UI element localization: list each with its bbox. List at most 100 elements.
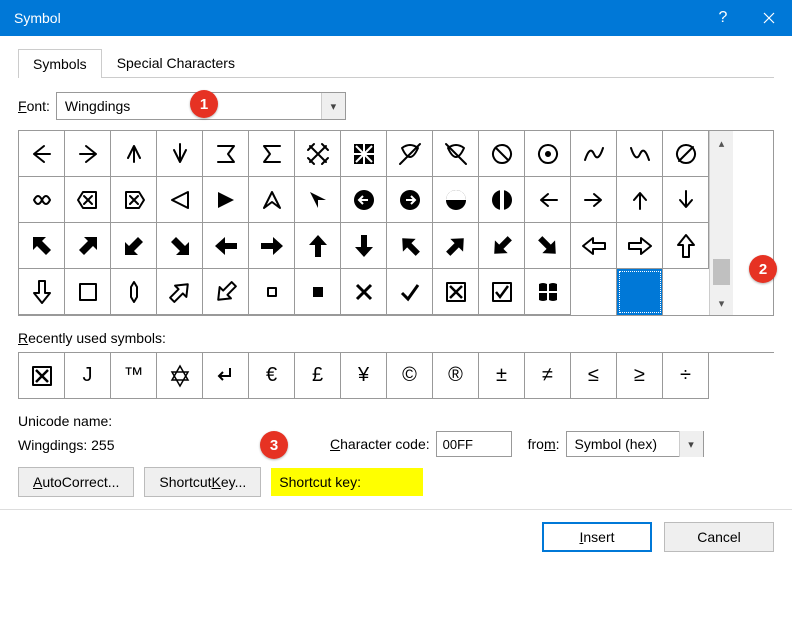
symbol-cell-up-reply[interactable] bbox=[111, 131, 157, 177]
recent-symbol-12[interactable]: ≤ bbox=[571, 353, 617, 399]
symbol-cell-arrow-sw[interactable] bbox=[111, 223, 157, 269]
symbol-cell-pointer-e[interactable] bbox=[203, 177, 249, 223]
symbol-cell-bold-nw[interactable] bbox=[387, 223, 433, 269]
symbol-cell-star-box[interactable] bbox=[341, 131, 387, 177]
close-button[interactable] bbox=[746, 0, 792, 36]
symbol-cell-bold-ne[interactable] bbox=[433, 223, 479, 269]
symbol-cell-loop-slash[interactable] bbox=[387, 131, 433, 177]
symbol-cell-updown-outline[interactable] bbox=[111, 269, 157, 315]
symbol-cell-windows-logo[interactable] bbox=[525, 269, 571, 315]
symbol-cell-arrow-up[interactable] bbox=[617, 177, 663, 223]
recent-symbol-1[interactable]: J bbox=[65, 353, 111, 399]
symbol-cell-arrow-ne[interactable] bbox=[65, 223, 111, 269]
font-value: Wingdings bbox=[57, 98, 321, 114]
scroll-thumb[interactable] bbox=[713, 259, 730, 285]
symbol-cell-arrow-left[interactable] bbox=[525, 177, 571, 223]
symbol-cell-box-check[interactable] bbox=[479, 269, 525, 315]
symbol-cell-empty bbox=[571, 269, 617, 315]
recent-symbol-2[interactable]: ™ bbox=[111, 353, 157, 399]
symbol-cell-outline-right[interactable] bbox=[617, 223, 663, 269]
symbol-cell-cross-x[interactable] bbox=[295, 131, 341, 177]
symbol-cell-check[interactable] bbox=[387, 269, 433, 315]
symbol-cell-outline-left[interactable] bbox=[571, 223, 617, 269]
shortcut-key-button[interactable]: Shortcut Key... bbox=[144, 467, 261, 497]
symbol-cell-arrow-right[interactable] bbox=[571, 177, 617, 223]
recent-symbol-13[interactable]: ≥ bbox=[617, 353, 663, 399]
scroll-track[interactable] bbox=[710, 155, 733, 291]
symbol-cell-hex-x-right[interactable] bbox=[111, 177, 157, 223]
from-value: Symbol (hex) bbox=[567, 436, 679, 452]
symbol-cell-small-square[interactable] bbox=[249, 269, 295, 315]
symbol-cell-forward-arrow[interactable] bbox=[65, 131, 111, 177]
symbol-cell-diag-open-1[interactable] bbox=[157, 269, 203, 315]
recent-symbol-4[interactable] bbox=[203, 353, 249, 399]
symbol-cell-bold-left[interactable] bbox=[203, 223, 249, 269]
recent-label: Recently used symbols: bbox=[18, 330, 774, 346]
symbol-cell-hex-x-left[interactable] bbox=[65, 177, 111, 223]
tab-symbols[interactable]: Symbols bbox=[18, 49, 102, 78]
symbol-cell-bold-sw[interactable] bbox=[479, 223, 525, 269]
from-select[interactable]: Symbol (hex) ▾ bbox=[566, 431, 704, 457]
symbol-cell-diag-open-2[interactable] bbox=[203, 269, 249, 315]
symbol-cell-flag-left[interactable] bbox=[203, 131, 249, 177]
symbol-cell-up-forward[interactable] bbox=[157, 131, 203, 177]
symbol-cell-infinity-loop[interactable] bbox=[19, 177, 65, 223]
symbol-cell-bold-down[interactable] bbox=[341, 223, 387, 269]
recent-symbol-3[interactable] bbox=[157, 353, 203, 399]
symbol-cell-bold-se[interactable] bbox=[525, 223, 571, 269]
symbol-cell-pointer-se[interactable] bbox=[295, 177, 341, 223]
recent-symbol-11[interactable]: ≠ bbox=[525, 353, 571, 399]
symbol-cell-loop-slash-2[interactable] bbox=[433, 131, 479, 177]
symbol-cell-bold-up[interactable] bbox=[295, 223, 341, 269]
chevron-down-icon: ▾ bbox=[321, 93, 345, 119]
insert-button[interactable]: Insert bbox=[542, 522, 652, 552]
symbol-cell-circle-cross[interactable] bbox=[479, 131, 525, 177]
symbol-cell-x-mark[interactable] bbox=[341, 269, 387, 315]
symbol-cell-circle-left[interactable] bbox=[341, 177, 387, 223]
symbol-cell-squiggle-1[interactable] bbox=[571, 131, 617, 177]
tab-strip: Symbols Special Characters bbox=[18, 48, 774, 78]
charcode-input[interactable] bbox=[436, 431, 512, 457]
symbol-cell-squiggle-2[interactable] bbox=[617, 131, 663, 177]
grid-scrollbar[interactable]: ▴ ▾ bbox=[709, 131, 733, 315]
recent-symbol-14[interactable]: ÷ bbox=[663, 353, 709, 399]
symbol-cell-circle-right[interactable] bbox=[387, 177, 433, 223]
symbol-cell-circle-top[interactable] bbox=[433, 177, 479, 223]
symbol-cell-pointer-ne[interactable] bbox=[249, 177, 295, 223]
symbol-cell-bold-right[interactable] bbox=[249, 223, 295, 269]
symbol-cell-arrow-se[interactable] bbox=[157, 223, 203, 269]
chevron-down-icon: ▾ bbox=[679, 431, 703, 457]
autocorrect-button[interactable]: AutoCorrect... bbox=[18, 467, 134, 497]
recent-symbol-0[interactable] bbox=[19, 353, 65, 399]
symbol-cell-box-open[interactable] bbox=[65, 269, 111, 315]
dialog-footer: Insert Cancel bbox=[0, 509, 792, 564]
symbol-cell-circle-slash[interactable] bbox=[663, 131, 709, 177]
symbol-cell-flag-right[interactable] bbox=[249, 131, 295, 177]
title-bar: Symbol ? bbox=[0, 0, 792, 36]
symbol-cell-empty bbox=[663, 269, 709, 315]
symbol-cell-circle-dot[interactable] bbox=[525, 131, 571, 177]
symbol-cell-arrow-down[interactable] bbox=[663, 177, 709, 223]
help-button[interactable]: ? bbox=[700, 0, 746, 36]
scroll-up-button[interactable]: ▴ bbox=[710, 131, 733, 155]
symbol-cell-filled-square[interactable] bbox=[295, 269, 341, 315]
symbol-cell-arrow-nw[interactable] bbox=[19, 223, 65, 269]
tab-special-characters[interactable]: Special Characters bbox=[102, 48, 250, 77]
recent-symbol-10[interactable]: ± bbox=[479, 353, 525, 399]
symbol-cell-reply-arrow[interactable] bbox=[19, 131, 65, 177]
cancel-button[interactable]: Cancel bbox=[664, 522, 774, 552]
recent-symbol-9[interactable]: ® bbox=[433, 353, 479, 399]
symbol-cell-outline-up[interactable] bbox=[663, 223, 709, 269]
scroll-down-button[interactable]: ▾ bbox=[710, 291, 733, 315]
symbol-cell-outline-down[interactable] bbox=[19, 269, 65, 315]
recent-symbol-7[interactable]: ¥ bbox=[341, 353, 387, 399]
callout-1: 1 bbox=[190, 90, 218, 118]
symbol-cell-circle-split[interactable] bbox=[479, 177, 525, 223]
symbol-grid-container: ▴ ▾ 2 bbox=[18, 130, 774, 316]
symbol-cell-pointer-w[interactable] bbox=[157, 177, 203, 223]
recent-symbol-8[interactable]: © bbox=[387, 353, 433, 399]
font-label: Font: bbox=[18, 98, 50, 114]
recent-symbol-5[interactable]: € bbox=[249, 353, 295, 399]
recent-symbol-6[interactable]: £ bbox=[295, 353, 341, 399]
symbol-cell-box-x[interactable] bbox=[433, 269, 479, 315]
